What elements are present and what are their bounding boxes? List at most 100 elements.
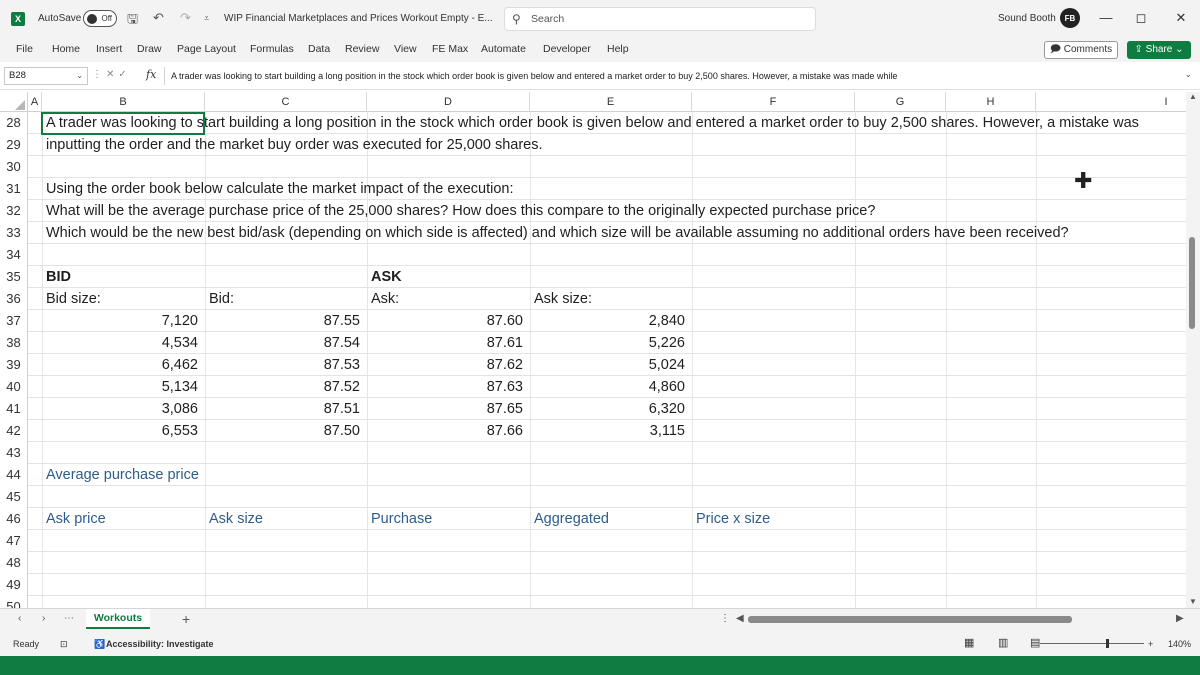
cell-ask-size[interactable]: 5,226 [530, 332, 685, 354]
search-input[interactable]: ⚲ Search [504, 7, 816, 31]
tab-automate[interactable]: Automate [481, 43, 526, 55]
column-header-h[interactable]: H [946, 92, 1036, 112]
cell-ask-price[interactable]: 87.66 [367, 420, 523, 442]
cell-b35-bid-heading[interactable]: BID [46, 266, 71, 288]
row-header[interactable]: 43 [0, 442, 28, 464]
tab-developer[interactable]: Developer [543, 43, 591, 55]
cell-b31[interactable]: Using the order book below calculate the… [46, 178, 513, 200]
cell-bid-size[interactable]: 4,534 [42, 332, 198, 354]
row-header[interactable]: 40 [0, 376, 28, 398]
normal-view-icon[interactable]: ▦ [964, 636, 974, 649]
sheet-next-icon[interactable]: › [42, 613, 45, 624]
cell-ask-size[interactable]: 4,860 [530, 376, 685, 398]
customize-quick-access-icon[interactable]: ⩡ [204, 13, 209, 24]
formula-input[interactable]: A trader was looking to start building a… [164, 67, 1178, 85]
column-header-g[interactable]: G [855, 92, 946, 112]
row-header[interactable]: 38 [0, 332, 28, 354]
tab-home[interactable]: Home [52, 43, 80, 55]
tab-view[interactable]: View [394, 43, 417, 55]
cell-bid-size[interactable]: 5,134 [42, 376, 198, 398]
cell-bid-size[interactable]: 7,120 [42, 310, 198, 332]
cell-ask-price[interactable]: 87.62 [367, 354, 523, 376]
cell-bid-price[interactable]: 87.52 [205, 376, 360, 398]
worksheet-grid[interactable]: 28 A trader was looking to start buildin… [0, 112, 1186, 608]
cell-ask-price[interactable]: 87.60 [367, 310, 523, 332]
cell-ask-size[interactable]: 5,024 [530, 354, 685, 376]
column-header-a[interactable]: A [28, 92, 42, 112]
zoom-slider[interactable] [1040, 643, 1144, 644]
row-header[interactable]: 42 [0, 420, 28, 442]
sheet-tab-workouts[interactable]: Workouts [86, 609, 150, 629]
sheet-prev-icon[interactable]: ‹ [18, 613, 21, 624]
cell-bid-price[interactable]: 87.55 [205, 310, 360, 332]
column-header-d[interactable]: D [367, 92, 530, 112]
minimize-icon[interactable]: — [1096, 10, 1116, 25]
chevron-down-icon[interactable]: ⌄ [76, 68, 83, 84]
cell-b28[interactable]: A trader was looking to start building a… [46, 112, 1139, 134]
cell-ask-size[interactable]: 3,115 [530, 420, 685, 442]
row-header[interactable]: 49 [0, 574, 28, 596]
scroll-right-icon[interactable]: ▶ [1176, 613, 1184, 624]
scroll-down-icon[interactable]: ▼ [1189, 597, 1197, 606]
close-icon[interactable]: ✕ [1171, 10, 1191, 26]
row-header[interactable]: 37 [0, 310, 28, 332]
page-layout-view-icon[interactable]: ▥ [998, 636, 1008, 649]
cell-b33[interactable]: Which would be the new best bid/ask (dep… [46, 222, 1069, 244]
row-header[interactable]: 45 [0, 486, 28, 508]
zoom-in-icon[interactable]: + [1148, 639, 1153, 649]
horizontal-scroll-thumb[interactable] [748, 616, 1072, 623]
column-header-b[interactable]: B [42, 92, 205, 112]
scroll-up-icon[interactable]: ▲ [1189, 92, 1197, 101]
cell-bid-size[interactable]: 6,462 [42, 354, 198, 376]
tab-help[interactable]: Help [607, 43, 629, 55]
cell-bid-size[interactable]: 6,553 [42, 420, 198, 442]
cell-b44-average-purchase-price[interactable]: Average purchase price [46, 464, 199, 486]
row-header[interactable]: 48 [0, 552, 28, 574]
redo-icon[interactable]: ↷ [180, 10, 191, 26]
tab-draw[interactable]: Draw [137, 43, 162, 55]
column-header-e[interactable]: E [530, 92, 692, 112]
select-all-corner[interactable] [0, 92, 28, 112]
tab-file[interactable]: File [16, 43, 33, 55]
cell-b29[interactable]: inputting the order and the market buy o… [46, 134, 543, 156]
name-box[interactable]: B28 ⌄ [4, 67, 88, 85]
vertical-scroll-thumb[interactable] [1189, 237, 1195, 329]
cell-bid-price[interactable]: 87.51 [205, 398, 360, 420]
comments-button[interactable]: 🗩 Comments [1044, 41, 1118, 59]
tab-insert[interactable]: Insert [96, 43, 122, 55]
add-sheet-icon[interactable]: + [182, 611, 190, 627]
formula-cancel-confirm-icons[interactable]: ⋮✕✓ [92, 69, 131, 80]
undo-icon[interactable]: ↶ [153, 10, 164, 26]
row-header[interactable]: 29 [0, 134, 28, 156]
row-header[interactable]: 28 [0, 112, 28, 134]
column-header-i[interactable]: I [1036, 92, 1186, 112]
cell-b32[interactable]: What will be the average purchase price … [46, 200, 875, 222]
save-icon[interactable]: 🖫 [127, 10, 138, 32]
autosave-toggle[interactable]: Off [83, 10, 117, 27]
cell-c46[interactable]: Ask size [209, 508, 263, 530]
tab-formulas[interactable]: Formulas [250, 43, 294, 55]
insert-function-icon[interactable]: fx [146, 68, 156, 81]
column-header-c[interactable]: C [205, 92, 367, 112]
share-button[interactable]: ⇪ Share ⌄ [1127, 41, 1191, 59]
cell-bid-price[interactable]: 87.54 [205, 332, 360, 354]
cell-e36[interactable]: Ask size: [534, 288, 592, 310]
cell-d36[interactable]: Ask: [371, 288, 399, 310]
zoom-slider-handle[interactable] [1106, 639, 1109, 648]
row-header[interactable]: 35 [0, 266, 28, 288]
row-header[interactable]: 34 [0, 244, 28, 266]
cell-ask-size[interactable]: 6,320 [530, 398, 685, 420]
column-header-f[interactable]: F [692, 92, 855, 112]
row-header[interactable]: 46 [0, 508, 28, 530]
cell-ask-price[interactable]: 87.63 [367, 376, 523, 398]
user-name[interactable]: Sound Booth [998, 13, 1056, 24]
zoom-level[interactable]: 140% [1168, 639, 1191, 649]
cell-ask-price[interactable]: 87.65 [367, 398, 523, 420]
split-handle-icon[interactable]: ⋮ [720, 613, 730, 624]
row-header[interactable]: 39 [0, 354, 28, 376]
page-break-view-icon[interactable]: ▤ [1030, 636, 1040, 649]
scroll-left-icon[interactable]: ◀ [736, 613, 744, 624]
row-header[interactable]: 47 [0, 530, 28, 552]
row-header[interactable]: 36 [0, 288, 28, 310]
cell-b36[interactable]: Bid size: [46, 288, 101, 310]
